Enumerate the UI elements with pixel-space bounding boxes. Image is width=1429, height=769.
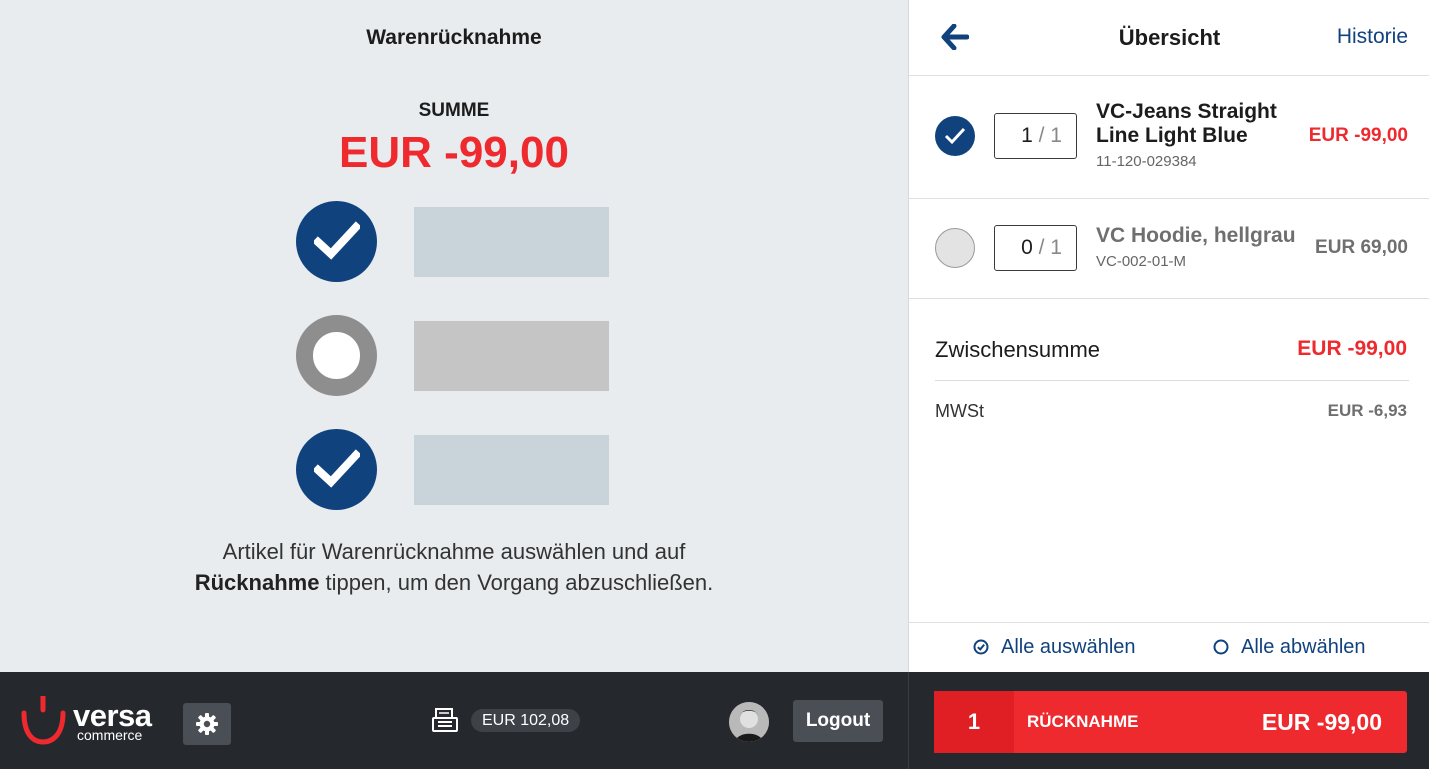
list-item: 0 / 1 VC Hoodie, hellgrau VC-002-01-M EU… [909, 199, 1429, 299]
illustration-bar [414, 435, 609, 505]
quantity-field[interactable]: 1 / 1 [994, 113, 1077, 159]
deselect-all-label: Alle abwählen [1241, 636, 1366, 658]
item-name: VC Hoodie, hellgrau [1096, 224, 1296, 247]
return-info-panel: Warenrücknahme SUMME EUR -99,00 Artikel … [0, 0, 908, 672]
cash-balance-badge: EUR 102,08 [471, 709, 581, 732]
tax-value: EUR -6,93 [1327, 401, 1407, 420]
select-all-label: Alle auswählen [1001, 636, 1136, 658]
overview-panel: Übersicht Historie 1 / 1 VC-Jeans Straig… [908, 0, 1429, 672]
subtotal-value: EUR -99,00 [1297, 337, 1407, 360]
quantity-field[interactable]: 0 / 1 [994, 225, 1077, 271]
item-name: VC-Jeans Straight Line Light Blue [1096, 100, 1277, 147]
check-circle-icon [973, 638, 989, 661]
return-button[interactable]: 1 RÜCKNAHME EUR -99,00 [934, 691, 1407, 753]
item-sku: VC-002-01-M [1096, 253, 1187, 270]
quantity-max: / 1 [1038, 124, 1062, 147]
user-avatar[interactable] [729, 702, 769, 742]
tax-label: MWSt [935, 401, 984, 421]
illustration-bar [414, 207, 609, 277]
logo-mark-icon [21, 696, 66, 745]
logout-button[interactable]: Logout [793, 700, 883, 742]
item-select-checkbox[interactable] [935, 116, 975, 156]
cash-register-icon [431, 707, 459, 733]
list-item: 1 / 1 VC-Jeans Straight Line Light Blue … [909, 76, 1429, 199]
select-all-button[interactable]: Alle auswählen [973, 636, 1136, 661]
divider [908, 672, 909, 769]
sum-value: EUR -99,00 [339, 128, 569, 177]
history-link[interactable]: Historie [1337, 25, 1408, 49]
instructions-text: Artikel für Warenrücknahme auswählen und… [0, 536, 908, 598]
subtotal-label: Zwischensumme [935, 337, 1101, 362]
empty-circle-icon [296, 315, 377, 396]
page-title: Warenrücknahme [366, 26, 542, 49]
versa-commerce-logo: versa commerce [21, 696, 161, 746]
checkmark-circle-icon [296, 201, 377, 282]
item-select-checkbox[interactable] [935, 228, 975, 268]
instructions-line-1: Artikel für Warenrücknahme auswählen und… [222, 539, 686, 564]
footer-bar: versa commerce EUR 102,08 Logout 1 RÜCKN… [0, 672, 1429, 769]
return-count: 1 [934, 691, 1014, 753]
instructions-line-2: Rücknahme tippen, um den Vorgang abzusch… [0, 567, 908, 598]
selection-bar: Alle auswählen Alle abwählen [909, 622, 1429, 672]
logo-subtext: commerce [77, 727, 143, 743]
gear-icon [196, 713, 218, 735]
settings-button[interactable] [183, 703, 231, 745]
item-price: EUR 69,00 [1315, 237, 1408, 258]
item-price: EUR -99,00 [1308, 125, 1408, 146]
divider [935, 380, 1409, 381]
checkmark-circle-icon [296, 429, 377, 510]
empty-circle-icon [1213, 638, 1229, 661]
overview-header: Übersicht Historie [909, 0, 1429, 76]
item-sku: 11-120-029384 [1096, 153, 1197, 170]
illustration-row-selected [296, 201, 610, 283]
sum-label: SUMME [418, 100, 490, 121]
quantity-max: / 1 [1038, 236, 1062, 259]
return-label: RÜCKNAHME [1027, 712, 1139, 731]
deselect-all-button[interactable]: Alle abwählen [1213, 636, 1366, 661]
instructions-bold-word: Rücknahme [194, 570, 320, 595]
quantity-value: 1 [1021, 124, 1033, 147]
instructions-line-2-rest: tippen, um den Vorgang abzuschließen. [319, 570, 714, 595]
illustration-bar [414, 321, 609, 391]
illustration-row-unselected [296, 315, 610, 397]
return-amount: EUR -99,00 [1261, 709, 1382, 735]
illustration-row-selected [296, 429, 610, 511]
quantity-value: 0 [1021, 236, 1033, 259]
